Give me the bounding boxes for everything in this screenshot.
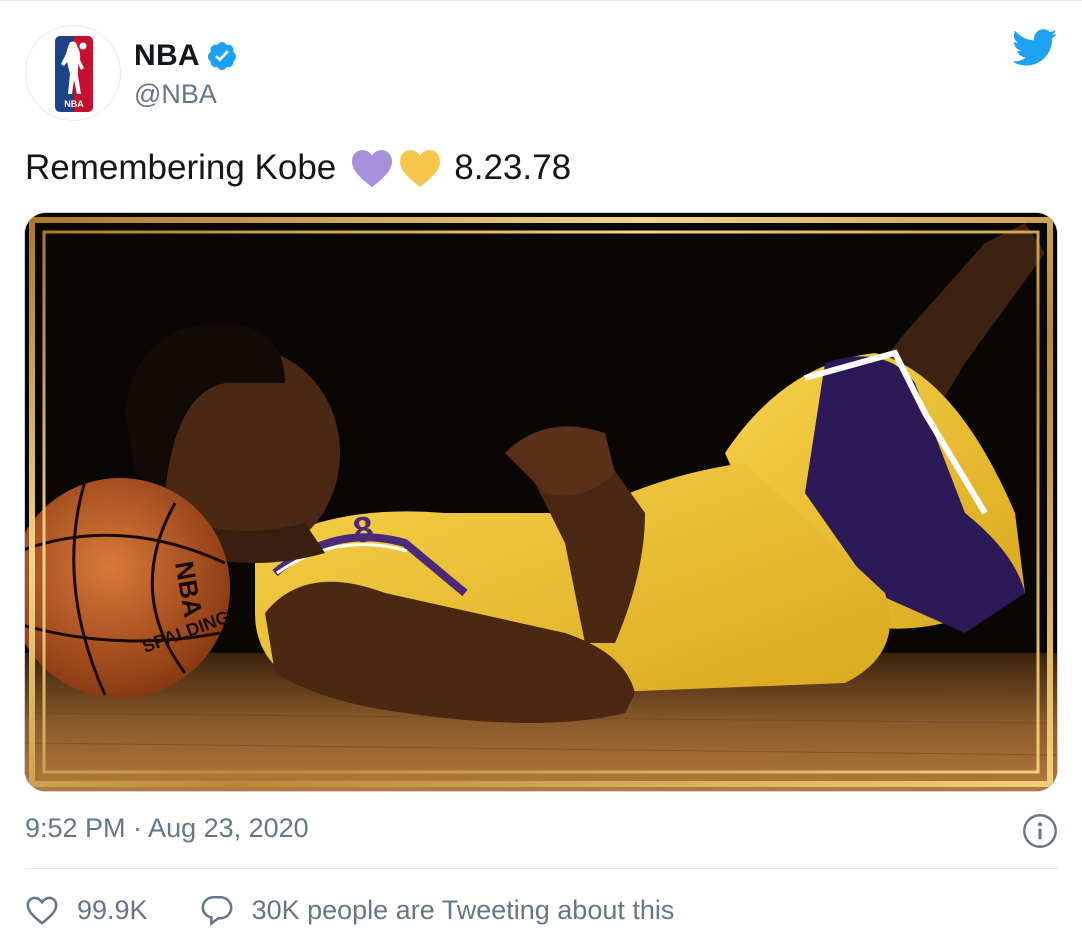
tweet-media-image[interactable]: 8 NBA SPALDING [24, 212, 1058, 792]
tweet-card: NBA NBA @NBA Remembering Kobe 8.23.78 8 … [0, 0, 1082, 940]
user-handle[interactable]: @NBA [134, 79, 217, 110]
twitter-bird-icon[interactable] [1012, 29, 1058, 67]
hearts-emoji-group [350, 148, 442, 188]
conversation-bubble-icon [201, 895, 233, 926]
kobe-photo: 8 NBA SPALDING [25, 213, 1057, 791]
name-row: NBA [134, 39, 238, 73]
purple-heart-icon [352, 150, 393, 188]
info-icon[interactable] [1022, 813, 1058, 849]
like-heart-icon [26, 896, 58, 925]
display-name[interactable]: NBA [134, 39, 200, 73]
nba-logo-icon: NBA [55, 36, 93, 112]
like-count: 99.9K [77, 894, 148, 925]
divider [25, 868, 1058, 869]
nba-logo-text: NBA [64, 99, 84, 109]
tweet-actions: 99.9K 30K people are Tweeting about this [25, 894, 674, 926]
tweet-text: Remembering Kobe 8.23.78 [25, 146, 571, 190]
yellow-heart-icon [400, 150, 441, 188]
avatar[interactable]: NBA [25, 25, 121, 121]
tweet-text-main: Remembering Kobe [25, 148, 337, 187]
conversation-button[interactable]: 30K people are Tweeting about this [200, 894, 675, 926]
like-button[interactable]: 99.9K [25, 894, 148, 926]
conversation-text: 30K people are Tweeting about this [251, 894, 675, 925]
tweet-text-date: 8.23.78 [454, 148, 572, 187]
tweet-timestamp[interactable]: 9:52 PM · Aug 23, 2020 [25, 813, 309, 844]
verified-badge-icon [207, 42, 236, 70]
